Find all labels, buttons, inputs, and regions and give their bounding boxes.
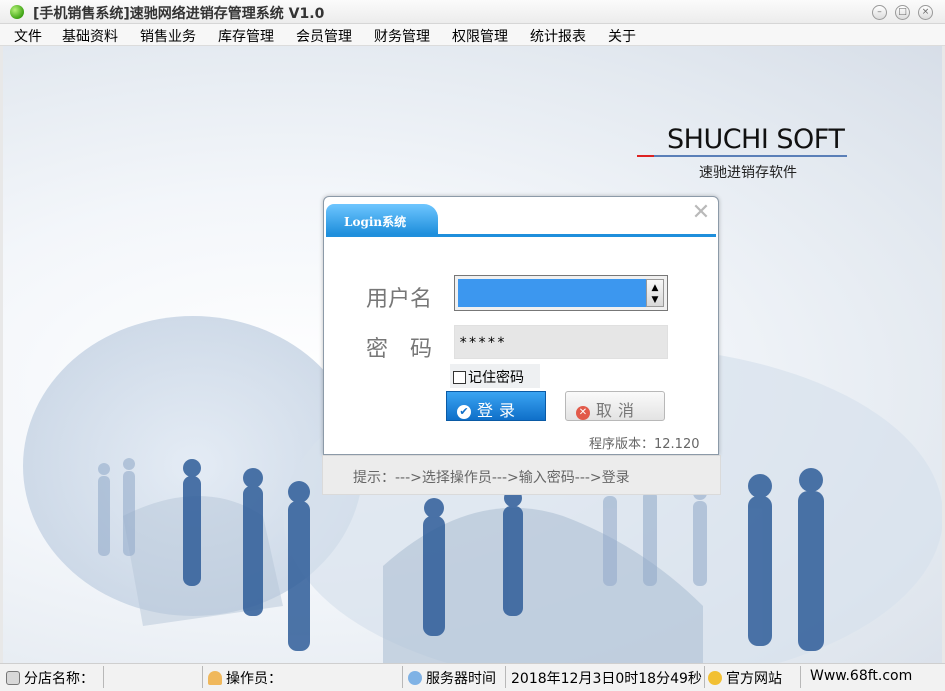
menu-bar: 文件 基础资料 销售业务 库存管理 会员管理 财务管理 权限管理 统计报表 关于 xyxy=(0,24,945,46)
maximize-button[interactable]: □ xyxy=(895,5,910,20)
close-button[interactable]: × xyxy=(918,5,933,20)
brand-name: SHUCHI SOFT xyxy=(667,124,845,155)
remember-checkbox[interactable] xyxy=(453,371,466,384)
username-selected-value xyxy=(458,279,646,307)
menu-reports[interactable]: 统计报表 xyxy=(530,26,586,46)
user-icon xyxy=(208,671,222,685)
status-separator xyxy=(103,666,104,688)
branch-label: 分店名称： xyxy=(24,671,94,687)
status-separator xyxy=(800,666,801,688)
menu-about[interactable]: 关于 xyxy=(608,26,636,46)
server-time-status: 服务器时间 xyxy=(408,668,496,688)
server-time-value: 2018年12月3日0时18分49秒 xyxy=(511,671,702,687)
operator-label: 操作员： xyxy=(226,671,282,687)
menu-permissions[interactable]: 权限管理 xyxy=(452,26,508,46)
server-time-label: 服务器时间 xyxy=(426,671,496,687)
status-bar: 分店名称： 操作员： 服务器时间 2018年12月3日0时18分49秒 官方网站… xyxy=(0,663,945,691)
login-hint: 提示：--->选择操作员--->输入密码--->登录 xyxy=(322,455,721,495)
menu-finance[interactable]: 财务管理 xyxy=(374,26,430,46)
cancel-button-label: 取消 xyxy=(596,401,641,420)
operator-status: 操作员： xyxy=(208,668,282,688)
login-button-label: 登录 xyxy=(477,401,522,420)
menu-members[interactable]: 会员管理 xyxy=(296,26,352,46)
login-button[interactable]: ✔ 登录 xyxy=(446,391,546,421)
website-label: 官方网站 xyxy=(726,671,782,687)
check-icon: ✔ xyxy=(457,405,471,419)
cancel-icon: ✕ xyxy=(576,406,590,420)
website-url[interactable]: Www.68ft.com xyxy=(810,668,912,684)
remember-password[interactable]: 记住密码 xyxy=(450,364,540,388)
store-icon xyxy=(6,671,20,685)
password-field[interactable]: ***** xyxy=(454,325,668,359)
status-separator xyxy=(704,666,705,688)
menu-base-data[interactable]: 基础资料 xyxy=(62,26,118,46)
username-select[interactable]: ▲ ▼ xyxy=(454,275,668,311)
status-separator xyxy=(505,666,506,688)
version-text: 程序版本：12.120 xyxy=(589,437,700,452)
app-icon xyxy=(10,5,24,19)
menu-inventory[interactable]: 库存管理 xyxy=(218,26,274,46)
remember-label: 记住密码 xyxy=(468,370,524,386)
username-label: 用户名 xyxy=(366,287,433,312)
branch-status: 分店名称： xyxy=(6,668,94,688)
menu-sales[interactable]: 销售业务 xyxy=(140,26,196,46)
website-icon xyxy=(708,671,722,685)
cancel-button[interactable]: ✕ 取消 xyxy=(565,391,665,421)
status-separator xyxy=(202,666,203,688)
dropdown-arrow-icon[interactable]: ▲ ▼ xyxy=(646,279,664,307)
menu-file[interactable]: 文件 xyxy=(14,26,42,46)
status-separator xyxy=(402,666,403,688)
window-title: [手机销售系统]速驰网络进销存管理系统 V1.0 xyxy=(33,6,325,22)
dialog-header-rule xyxy=(326,234,716,237)
password-label: 密 码 xyxy=(366,337,433,362)
clock-icon xyxy=(408,671,422,685)
close-icon[interactable]: ✕ xyxy=(690,202,712,224)
login-tab: Login系统 xyxy=(326,204,438,234)
website-status[interactable]: 官方网站 xyxy=(708,668,782,688)
title-bar: [手机销售系统]速驰网络进销存管理系统 V1.0 – □ × xyxy=(0,0,945,24)
brand-underline xyxy=(637,155,847,157)
login-dialog: Login系统 ✕ 用户名 ▲ ▼ 密 码 ***** 记住密码 ✔ 登录 ✕ 取消 … xyxy=(323,196,719,455)
minimize-button[interactable]: – xyxy=(872,5,887,20)
brand-subtitle: 速驰进销存软件 xyxy=(699,165,797,181)
